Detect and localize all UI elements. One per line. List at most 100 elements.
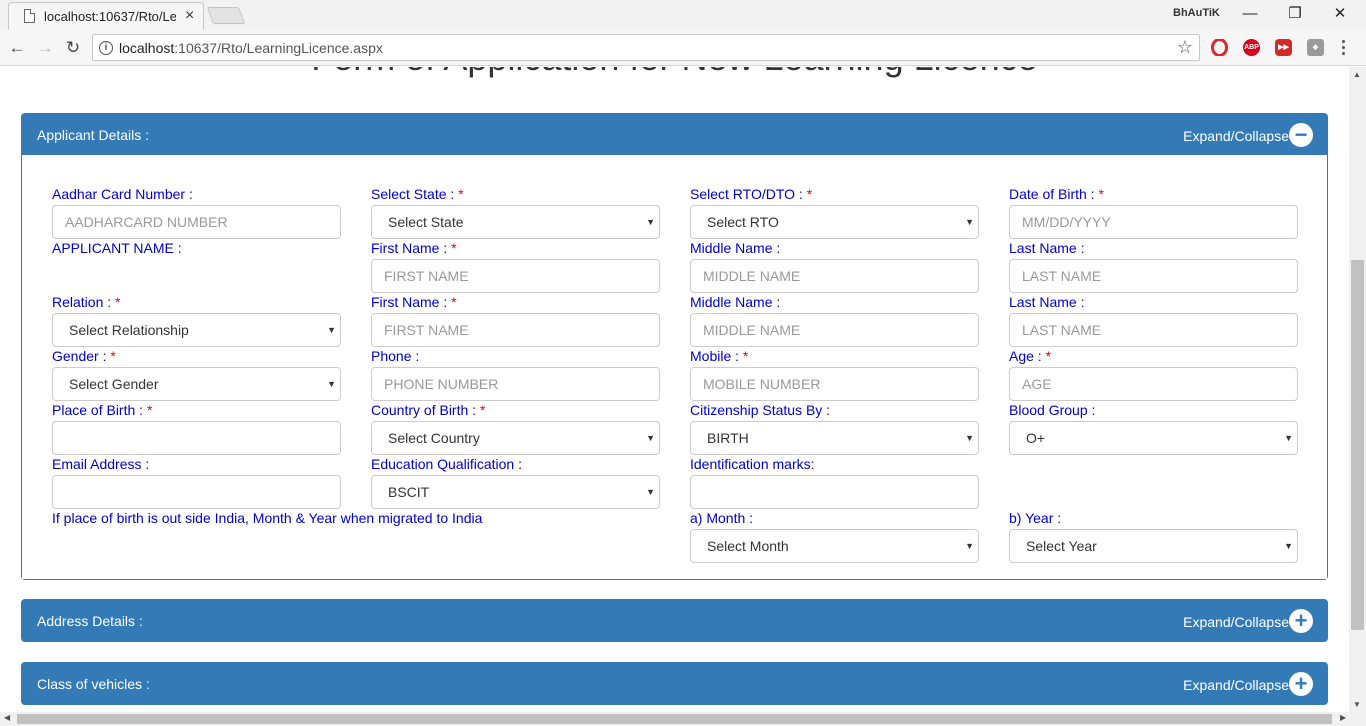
new-tab-button[interactable] xyxy=(206,7,246,24)
identification-label: Identification marks: xyxy=(690,456,815,472)
browser-tab[interactable]: localhost:10637/Rto/Lear × xyxy=(8,2,204,30)
aadhar-label: Aadhar Card Number : xyxy=(52,186,193,202)
education-select[interactable]: BSCIT ▼ xyxy=(371,475,660,509)
year-label: b) Year : xyxy=(1009,510,1062,526)
age-input[interactable]: AGE xyxy=(1009,367,1298,401)
panel-title: Class of vehicles : xyxy=(37,676,150,692)
shield-extension-icon[interactable]: ◈ xyxy=(1307,39,1324,56)
restore-icon[interactable]: ❐ xyxy=(1284,4,1306,24)
expand-collapse-toggle[interactable]: Expand/Collapse xyxy=(1183,677,1289,693)
chevron-down-icon: ▼ xyxy=(646,433,655,443)
place-of-birth-label: Place of Birth : * xyxy=(52,402,153,418)
phone-input[interactable]: PHONE NUMBER xyxy=(371,367,660,401)
applicant-details-header[interactable]: Applicant Details : Expand/Collapse − xyxy=(22,114,1327,155)
year-select[interactable]: Select Year ▼ xyxy=(1009,529,1298,563)
dob-input[interactable]: MM/DD/YYYY xyxy=(1009,205,1298,239)
mobile-label: Mobile : * xyxy=(690,348,749,364)
chevron-down-icon: ▼ xyxy=(646,487,655,497)
back-icon[interactable]: ← xyxy=(6,37,28,59)
dob-label: Date of Birth : * xyxy=(1009,186,1104,202)
relation-middle-name-input[interactable]: MIDDLE NAME xyxy=(690,313,979,347)
scroll-right-icon[interactable]: ▶ xyxy=(1340,713,1346,722)
age-label: Age : * xyxy=(1009,348,1052,364)
country-of-birth-label: Country of Birth : * xyxy=(371,402,486,418)
horizontal-scrollbar[interactable]: ◀ ▶ xyxy=(0,712,1366,726)
state-select[interactable]: Select State ▼ xyxy=(371,205,660,239)
country-of-birth-select[interactable]: Select Country ▼ xyxy=(371,421,660,455)
phone-label: Phone : xyxy=(371,348,420,364)
applicant-details-body: Aadhar Card Number : AADHARCARD NUMBER S… xyxy=(22,155,1327,579)
scroll-up-icon[interactable]: ▲ xyxy=(1353,70,1361,79)
chevron-down-icon: ▼ xyxy=(327,379,336,389)
applicant-name-label: APPLICANT NAME : xyxy=(52,240,182,256)
panel-title: Applicant Details : xyxy=(37,127,150,143)
chevron-down-icon: ▼ xyxy=(646,217,655,227)
identification-input[interactable] xyxy=(690,475,979,509)
menu-icon[interactable] xyxy=(1342,40,1348,58)
tab-title: localhost:10637/Rto/Lear xyxy=(44,9,176,24)
chevron-down-icon: ▼ xyxy=(965,433,974,443)
chevron-down-icon: ▼ xyxy=(1284,541,1293,551)
opera-icon[interactable] xyxy=(1211,38,1228,57)
panel-title: Address Details : xyxy=(37,613,143,629)
close-window-icon[interactable]: ✕ xyxy=(1329,4,1351,24)
expand-icon[interactable]: + xyxy=(1289,609,1313,633)
video-speed-icon[interactable]: ▶▶ xyxy=(1275,39,1292,56)
profile-name[interactable]: BhAuTiK xyxy=(1173,7,1220,19)
bookmark-star-icon[interactable]: ☆ xyxy=(1177,37,1193,58)
page-viewport: Form of Application for New Learning Lic… xyxy=(0,67,1349,712)
place-of-birth-input[interactable] xyxy=(52,421,341,455)
tab-close-icon[interactable]: × xyxy=(185,7,194,25)
expand-icon[interactable]: + xyxy=(1289,672,1313,696)
relation-last-name-label: Last Name : xyxy=(1009,294,1085,310)
blood-group-select[interactable]: O+ ▼ xyxy=(1009,421,1298,455)
scroll-left-icon[interactable]: ◀ xyxy=(4,713,10,722)
browser-toolbar: ← → ↻ i localhost:10637/Rto/LearningLice… xyxy=(0,30,1366,66)
chevron-down-icon: ▼ xyxy=(965,541,974,551)
url-text[interactable]: localhost:10637/Rto/LearningLicence.aspx xyxy=(119,40,383,56)
adblock-plus-icon[interactable]: ABP xyxy=(1243,39,1260,56)
email-input[interactable] xyxy=(52,475,341,509)
relation-first-name-input[interactable]: FIRST NAME xyxy=(371,313,660,347)
gender-label: Gender : * xyxy=(52,348,116,364)
address-details-header[interactable]: Address Details : Expand/Collapse + xyxy=(22,600,1327,641)
reload-icon[interactable]: ↻ xyxy=(62,37,84,59)
rto-label: Select RTO/DTO : * xyxy=(690,186,813,202)
expand-collapse-toggle[interactable]: Expand/Collapse xyxy=(1183,128,1289,144)
applicant-first-name-label: First Name : * xyxy=(371,240,457,256)
aadhar-input[interactable]: AADHARCARD NUMBER xyxy=(52,205,341,239)
forward-icon[interactable]: → xyxy=(34,37,56,59)
relation-first-name-label: First Name : * xyxy=(371,294,457,310)
applicant-middle-name-input[interactable]: MIDDLE NAME xyxy=(690,259,979,293)
citizenship-select[interactable]: BIRTH ▼ xyxy=(690,421,979,455)
scrollbar-thumb[interactable] xyxy=(17,714,1332,724)
applicant-first-name-input[interactable]: FIRST NAME xyxy=(371,259,660,293)
gender-select[interactable]: Select Gender ▼ xyxy=(52,367,341,401)
info-icon[interactable]: i xyxy=(99,41,113,55)
state-label: Select State : * xyxy=(371,186,464,202)
relation-last-name-input[interactable]: LAST NAME xyxy=(1009,313,1298,347)
chevron-down-icon: ▼ xyxy=(1284,433,1293,443)
applicant-middle-name-label: Middle Name : xyxy=(690,240,781,256)
vertical-scrollbar[interactable]: ▲ ▼ xyxy=(1349,67,1366,712)
relation-select[interactable]: Select Relationship ▼ xyxy=(52,313,341,347)
page-title: Form of Application for New Learning Lic… xyxy=(0,67,1349,79)
applicant-last-name-input[interactable]: LAST NAME xyxy=(1009,259,1298,293)
chevron-down-icon: ▼ xyxy=(965,217,974,227)
class-of-vehicles-header[interactable]: Class of vehicles : Expand/Collapse + xyxy=(22,663,1327,704)
chevron-down-icon: ▼ xyxy=(327,325,336,335)
collapse-icon[interactable]: − xyxy=(1289,123,1313,147)
scrollbar-thumb[interactable] xyxy=(1351,260,1364,630)
month-label: a) Month : xyxy=(690,510,754,526)
expand-collapse-toggle[interactable]: Expand/Collapse xyxy=(1183,614,1289,630)
applicant-last-name-label: Last Name : xyxy=(1009,240,1085,256)
relation-label: Relation : * xyxy=(52,294,121,310)
mobile-input[interactable]: MOBILE NUMBER xyxy=(690,367,979,401)
month-select[interactable]: Select Month ▼ xyxy=(690,529,979,563)
minimize-icon[interactable]: — xyxy=(1239,4,1261,24)
citizenship-label: Citizenship Status By : xyxy=(690,402,831,418)
address-bar[interactable]: i localhost:10637/Rto/LearningLicence.as… xyxy=(92,34,1200,61)
migration-note: If place of birth is out side India, Mon… xyxy=(52,510,483,526)
rto-select[interactable]: Select RTO ▼ xyxy=(690,205,979,239)
scroll-down-icon[interactable]: ▼ xyxy=(1353,700,1361,709)
